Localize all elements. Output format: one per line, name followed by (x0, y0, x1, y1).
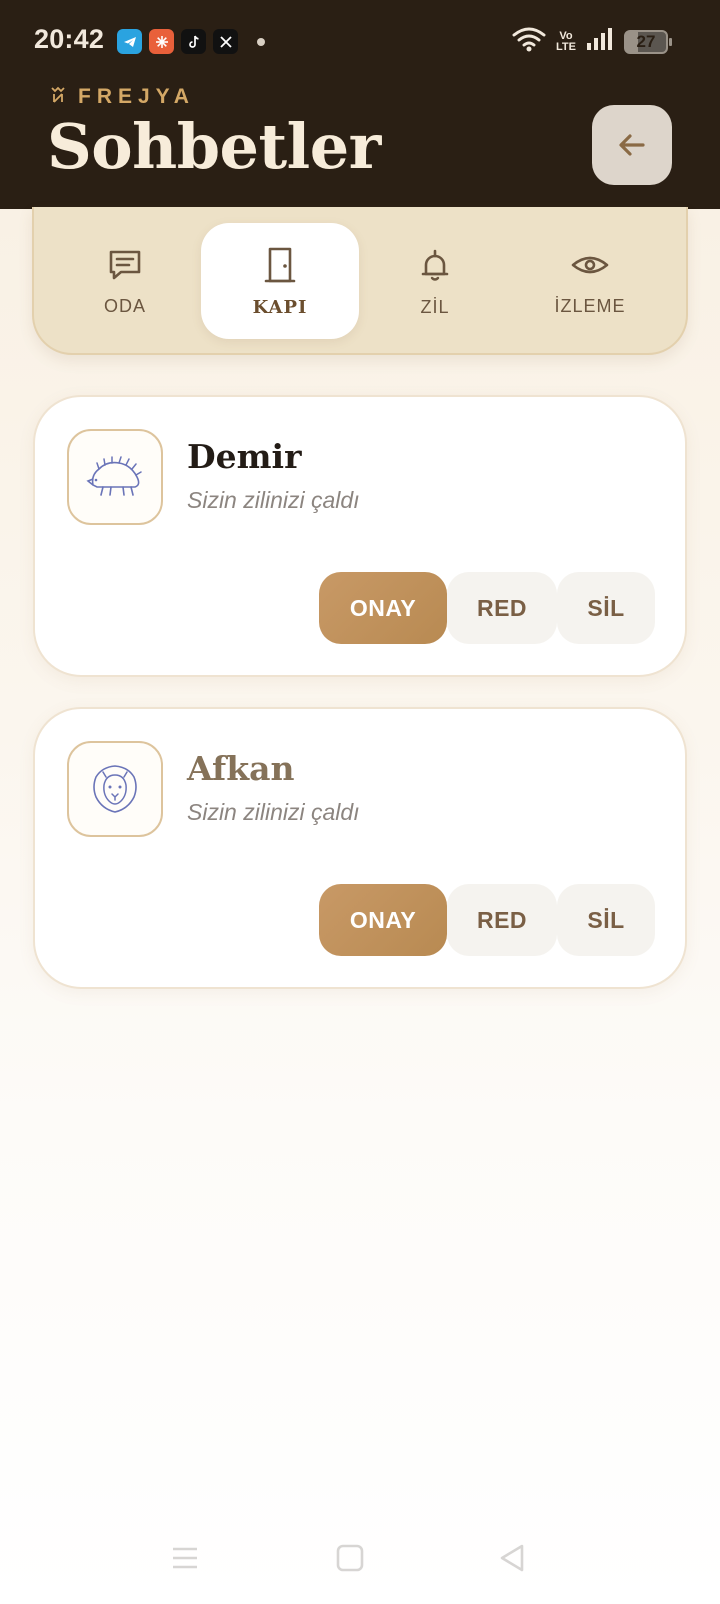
door-icon (264, 247, 296, 282)
brand-name: FREJYA (78, 85, 195, 108)
app-header: 20:42 Vo LTE 27 FREJYA Sohbetler (0, 0, 720, 209)
tab-label: ODA (103, 295, 146, 316)
signal-icon (586, 27, 614, 56)
tab-kapi[interactable]: KAPI (201, 223, 359, 339)
tab-label: KAPI (252, 296, 308, 318)
battery-icon: 27 (624, 29, 672, 54)
tab-bar: ODA KAPI ZİL İZLEME (32, 207, 688, 355)
status-time: 20:42 (34, 24, 105, 54)
eye-icon (571, 256, 609, 273)
recent-apps-icon[interactable] (167, 1540, 203, 1576)
status-bar: 20:42 Vo LTE 27 (0, 0, 720, 84)
hedgehog-icon (86, 456, 142, 496)
request-card: Afkan Sizin zilinizi çaldı ONAY RED SİL (33, 707, 687, 989)
system-navigation-bar (0, 1520, 720, 1604)
wifi-icon (512, 26, 546, 57)
avatar (67, 429, 163, 525)
sunburst-app-icon (149, 29, 174, 54)
bell-icon (421, 249, 449, 281)
request-subtitle: Sizin zilinizi çaldı (187, 487, 360, 513)
requester-name: Afkan (187, 749, 295, 788)
request-actions: ONAY RED SİL (319, 572, 655, 644)
approve-button[interactable]: ONAY (319, 572, 447, 644)
reject-button[interactable]: RED (447, 884, 557, 956)
more-notifications-dot (257, 37, 265, 46)
volte-indicator: Vo LTE (556, 29, 576, 53)
tab-oda[interactable]: ODA (46, 223, 204, 339)
request-subtitle: Sizin zilinizi çaldı (187, 799, 360, 825)
request-card: Demir Sizin zilinizi çaldı ONAY RED SİL (33, 395, 687, 677)
back-nav-icon[interactable] (494, 1540, 530, 1576)
chat-icon (109, 250, 141, 279)
tab-izleme[interactable]: İZLEME (511, 223, 669, 339)
approve-button[interactable]: ONAY (319, 884, 447, 956)
avatar (67, 741, 163, 837)
tab-zil[interactable]: ZİL (356, 223, 514, 339)
reject-button[interactable]: RED (447, 572, 557, 644)
tab-label: İZLEME (554, 295, 626, 316)
brand-logo-icon (50, 86, 66, 109)
lion-icon (93, 765, 137, 813)
delete-button[interactable]: SİL (557, 884, 655, 956)
request-actions: ONAY RED SİL (319, 884, 655, 956)
arrow-left-icon (619, 134, 645, 156)
back-button[interactable] (592, 105, 672, 185)
tiktok-icon (181, 29, 206, 54)
delete-button[interactable]: SİL (557, 572, 655, 644)
page-title: Sohbetler (47, 110, 381, 183)
notification-icons (117, 29, 265, 54)
system-icons: Vo LTE 27 (512, 26, 672, 57)
x-app-icon (213, 29, 238, 54)
brand: FREJYA (50, 85, 195, 109)
home-icon[interactable] (332, 1540, 368, 1576)
tab-label: ZİL (420, 296, 450, 317)
requester-name: Demir (187, 437, 302, 476)
telegram-icon (117, 29, 142, 54)
